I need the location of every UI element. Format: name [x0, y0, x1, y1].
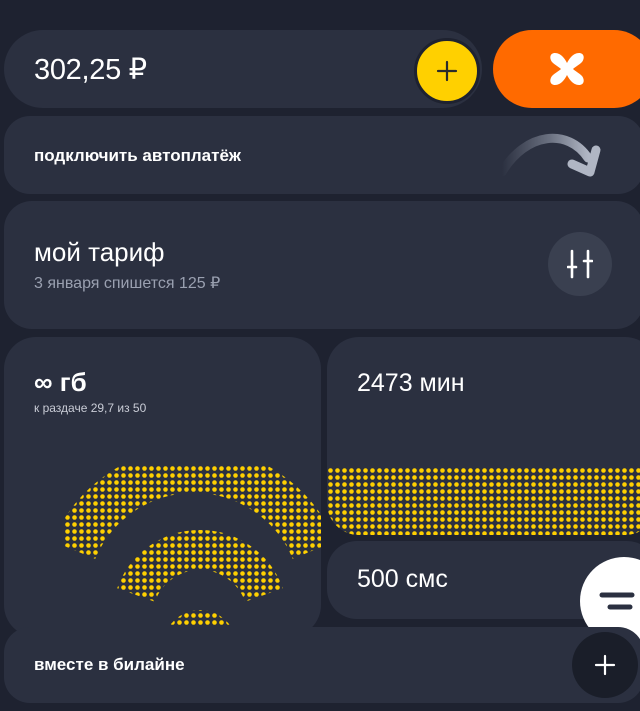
beeline-logo-icon [550, 53, 584, 85]
app-screen: 302,25 ₽ подключить автоплатёж мой тариф… [0, 0, 640, 711]
together-label: вместе в билайне [34, 655, 185, 674]
minutes-fill-pattern [327, 467, 640, 535]
curved-arrow-icon [497, 133, 601, 177]
tariff-card[interactable]: мой тариф 3 января спишется 125 ₽ [4, 201, 640, 329]
tariff-title: мой тариф [34, 237, 165, 267]
internet-subtitle: к раздаче 29,7 из 50 [34, 401, 147, 415]
autopay-label: подключить автоплатёж [34, 146, 241, 165]
balance-card[interactable]: 302,25 ₽ [4, 30, 482, 108]
sliders-icon [567, 249, 593, 279]
plus-icon [436, 60, 458, 82]
internet-title: ∞ гб [34, 367, 87, 397]
together-add-button[interactable] [572, 632, 638, 698]
tariff-settings-button[interactable] [548, 232, 612, 296]
together-card[interactable]: вместе в билайне [4, 627, 640, 703]
brand-menu-button[interactable] [493, 30, 640, 108]
minutes-title: 2473 мин [357, 369, 465, 397]
wifi-dots-icon [64, 465, 321, 637]
sms-title: 500 смс [357, 565, 448, 593]
minutes-card[interactable]: 2473 мин [327, 337, 640, 535]
tariff-subtitle: 3 января спишется 125 ₽ [34, 275, 221, 292]
balance-amount: 302,25 ₽ [34, 54, 147, 86]
plus-icon [594, 654, 616, 676]
internet-card[interactable]: ∞ гб к раздаче 29,7 из 50 [4, 337, 321, 637]
topup-button[interactable] [414, 38, 480, 104]
